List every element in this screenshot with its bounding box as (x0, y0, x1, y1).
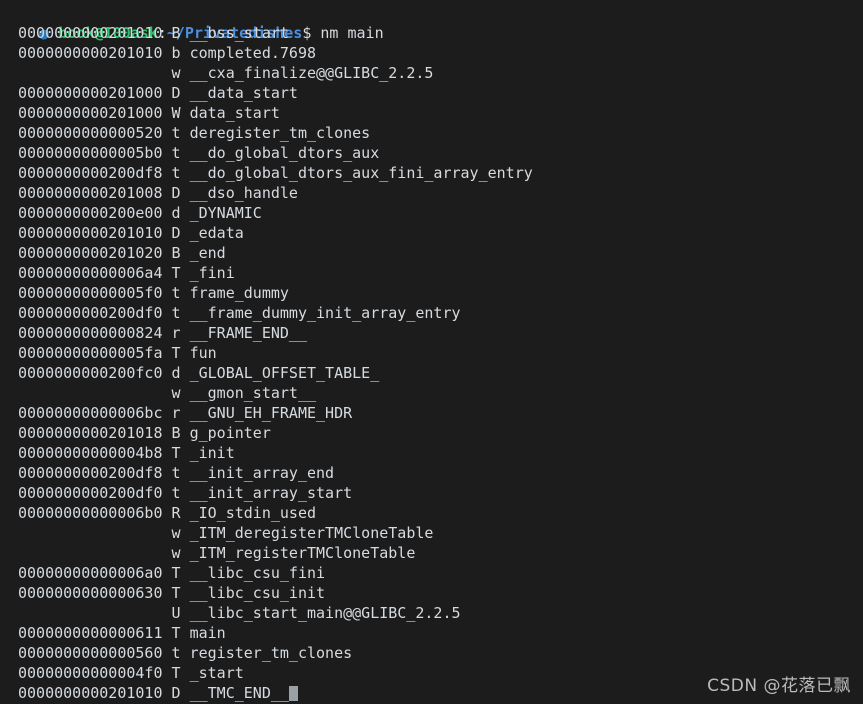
symbol-row: 0000000000200df8 t __init_array_end (18, 464, 335, 482)
symbol-row: 0000000000201000 D __data_start (18, 84, 298, 102)
symbol-row: 00000000000006b0 R _IO_stdin_used (18, 504, 317, 522)
symbol-row: w _ITM_deregisterTMCloneTable (18, 524, 434, 542)
symbol-row: 0000000000200df0 t __init_array_start (18, 484, 353, 502)
symbol-row: 00000000000006a4 T _fini (18, 264, 235, 282)
symbol-row: 0000000000000611 T main (18, 624, 226, 642)
watermark: CSDN @花落已飘 (707, 676, 851, 696)
symbol-row: 00000000000005b0 t __do_global_dtors_aux (18, 144, 380, 162)
symbol-row: 00000000000006bc r __GNU_EH_FRAME_HDR (18, 404, 353, 422)
symbol-row: 00000000000006a0 T __libc_csu_fini (18, 564, 326, 582)
symbol-row: 0000000000200fc0 d _GLOBAL_OFFSET_TABLE_ (18, 364, 380, 382)
symbol-row: 0000000000200df8 t __do_global_dtors_aux… (18, 164, 533, 182)
symbol-row: 0000000000201020 B _end (18, 244, 226, 262)
prompt-command: $ nm main (302, 24, 384, 42)
symbol-row: w _ITM_registerTMCloneTable (18, 544, 416, 562)
symbol-row: w __cxa_finalize@@GLIBC_2.2.5 (18, 64, 434, 82)
symbol-row: 0000000000201010 B __bss_start (18, 24, 289, 42)
symbol-row: 0000000000201010 D _edata (18, 224, 244, 242)
symbol-row: 0000000000200e00 d _DYNAMIC (18, 204, 262, 222)
symbol-row: 0000000000000560 t register_tm_clones (18, 644, 353, 662)
symbol-row: U __libc_start_main@@GLIBC_2.2.5 (18, 604, 461, 622)
prompt-line: ● book@100ask:~/Privatedishes$ nm main (0, 3, 863, 42)
command-output: 0000000000201010 B __bss_start 0000000000… (0, 23, 863, 703)
symbol-row: 0000000000200df0 t __frame_dummy_init_ar… (18, 304, 461, 322)
symbol-row: 0000000000000630 T __libc_csu_init (18, 584, 326, 602)
symbol-row: w __gmon_start__ (18, 384, 317, 402)
terminal-window[interactable]: ● book@100ask:~/Privatedishes$ nm main 0… (0, 0, 863, 704)
symbol-row: 0000000000000824 r __FRAME_END__ (18, 324, 307, 342)
symbol-row: 0000000000000520 t deregister_tm_clones (18, 124, 371, 142)
symbol-row: 0000000000201000 W data_start (18, 104, 280, 122)
symbol-row: 00000000000005f0 t frame_dummy (18, 284, 289, 302)
text-cursor (288, 686, 298, 701)
symbol-row: 0000000000201010 b completed.7698 (18, 44, 317, 62)
symbol-row: 0000000000201008 D __dso_handle (18, 184, 298, 202)
symbol-row: 00000000000004b8 T _init (18, 444, 235, 462)
symbol-row: 0000000000201018 B g_pointer (18, 424, 271, 442)
symbol-row: 00000000000005fa T fun (18, 344, 217, 362)
